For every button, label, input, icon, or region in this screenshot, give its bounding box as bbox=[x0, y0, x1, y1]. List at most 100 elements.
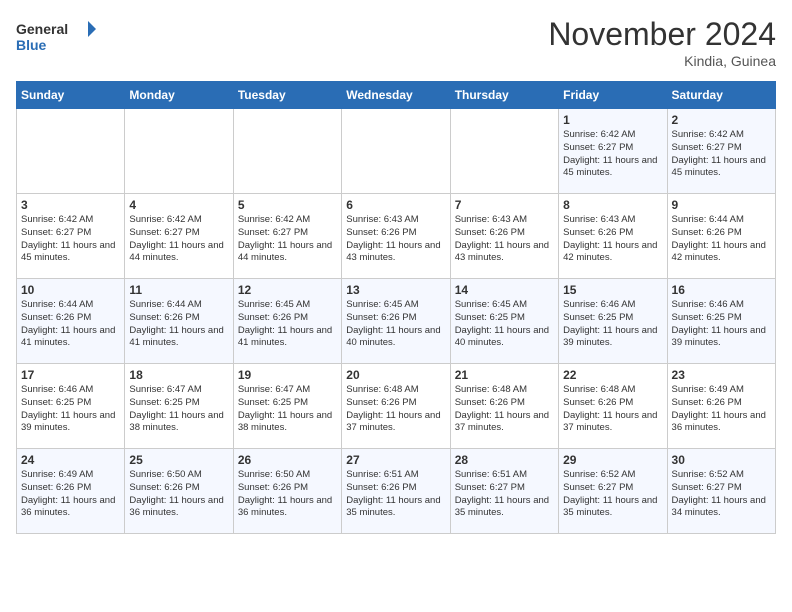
day-info: Sunrise: 6:48 AM Sunset: 6:26 PM Dayligh… bbox=[563, 384, 662, 435]
logo: General Blue bbox=[16, 16, 96, 60]
day-number: 1 bbox=[563, 113, 662, 127]
calendar-table: SundayMondayTuesdayWednesdayThursdayFrid… bbox=[16, 81, 776, 534]
svg-text:General: General bbox=[16, 21, 68, 37]
day-cell bbox=[342, 109, 450, 194]
day-info: Sunrise: 6:48 AM Sunset: 6:26 PM Dayligh… bbox=[346, 384, 445, 435]
day-info: Sunrise: 6:43 AM Sunset: 6:26 PM Dayligh… bbox=[346, 214, 445, 265]
day-cell: 30 Sunrise: 6:52 AM Sunset: 6:27 PM Dayli… bbox=[667, 449, 775, 534]
day-info: Sunrise: 6:46 AM Sunset: 6:25 PM Dayligh… bbox=[563, 299, 662, 350]
day-info: Sunrise: 6:46 AM Sunset: 6:25 PM Dayligh… bbox=[21, 384, 120, 435]
svg-text:Blue: Blue bbox=[16, 37, 47, 53]
header-row: SundayMondayTuesdayWednesdayThursdayFrid… bbox=[17, 82, 776, 109]
day-number: 29 bbox=[563, 453, 662, 467]
header-thursday: Thursday bbox=[450, 82, 558, 109]
day-cell: 21 Sunrise: 6:48 AM Sunset: 6:26 PM Dayli… bbox=[450, 364, 558, 449]
day-number: 21 bbox=[455, 368, 554, 382]
day-cell: 22 Sunrise: 6:48 AM Sunset: 6:26 PM Dayli… bbox=[559, 364, 667, 449]
day-number: 26 bbox=[238, 453, 337, 467]
day-number: 12 bbox=[238, 283, 337, 297]
day-info: Sunrise: 6:45 AM Sunset: 6:25 PM Dayligh… bbox=[455, 299, 554, 350]
day-cell: 16 Sunrise: 6:46 AM Sunset: 6:25 PM Dayli… bbox=[667, 279, 775, 364]
day-cell: 4 Sunrise: 6:42 AM Sunset: 6:27 PM Daylig… bbox=[125, 194, 233, 279]
day-info: Sunrise: 6:44 AM Sunset: 6:26 PM Dayligh… bbox=[129, 299, 228, 350]
day-info: Sunrise: 6:51 AM Sunset: 6:26 PM Dayligh… bbox=[346, 469, 445, 520]
day-number: 4 bbox=[129, 198, 228, 212]
header-wednesday: Wednesday bbox=[342, 82, 450, 109]
day-number: 24 bbox=[21, 453, 120, 467]
day-cell: 18 Sunrise: 6:47 AM Sunset: 6:25 PM Dayli… bbox=[125, 364, 233, 449]
day-info: Sunrise: 6:47 AM Sunset: 6:25 PM Dayligh… bbox=[238, 384, 337, 435]
day-number: 18 bbox=[129, 368, 228, 382]
day-info: Sunrise: 6:42 AM Sunset: 6:27 PM Dayligh… bbox=[238, 214, 337, 265]
header-saturday: Saturday bbox=[667, 82, 775, 109]
day-info: Sunrise: 6:42 AM Sunset: 6:27 PM Dayligh… bbox=[563, 129, 662, 180]
day-cell: 23 Sunrise: 6:49 AM Sunset: 6:26 PM Dayli… bbox=[667, 364, 775, 449]
day-info: Sunrise: 6:52 AM Sunset: 6:27 PM Dayligh… bbox=[563, 469, 662, 520]
day-cell: 10Sunrise: 6:44 AM Sunset: 6:26 PM Dayli… bbox=[17, 279, 125, 364]
day-number: 28 bbox=[455, 453, 554, 467]
month-title: November 2024 bbox=[548, 16, 776, 53]
day-number: 22 bbox=[563, 368, 662, 382]
day-info: Sunrise: 6:49 AM Sunset: 6:26 PM Dayligh… bbox=[672, 384, 771, 435]
day-cell: 17Sunrise: 6:46 AM Sunset: 6:25 PM Dayli… bbox=[17, 364, 125, 449]
day-info: Sunrise: 6:47 AM Sunset: 6:25 PM Dayligh… bbox=[129, 384, 228, 435]
day-number: 14 bbox=[455, 283, 554, 297]
day-cell: 19Sunrise: 6:47 AM Sunset: 6:25 PM Dayli… bbox=[233, 364, 341, 449]
day-cell bbox=[17, 109, 125, 194]
day-info: Sunrise: 6:45 AM Sunset: 6:26 PM Dayligh… bbox=[346, 299, 445, 350]
day-cell bbox=[125, 109, 233, 194]
day-number: 23 bbox=[672, 368, 771, 382]
day-number: 15 bbox=[563, 283, 662, 297]
day-cell bbox=[450, 109, 558, 194]
week-row-4: 17Sunrise: 6:46 AM Sunset: 6:25 PM Dayli… bbox=[17, 364, 776, 449]
day-info: Sunrise: 6:43 AM Sunset: 6:26 PM Dayligh… bbox=[563, 214, 662, 265]
day-cell: 7 Sunrise: 6:43 AM Sunset: 6:26 PM Daylig… bbox=[450, 194, 558, 279]
day-info: Sunrise: 6:42 AM Sunset: 6:27 PM Dayligh… bbox=[21, 214, 120, 265]
day-info: Sunrise: 6:45 AM Sunset: 6:26 PM Dayligh… bbox=[238, 299, 337, 350]
day-cell: 9Sunrise: 6:44 AM Sunset: 6:26 PM Daylig… bbox=[667, 194, 775, 279]
day-number: 9 bbox=[672, 198, 771, 212]
day-cell: 8Sunrise: 6:43 AM Sunset: 6:26 PM Daylig… bbox=[559, 194, 667, 279]
day-info: Sunrise: 6:48 AM Sunset: 6:26 PM Dayligh… bbox=[455, 384, 554, 435]
day-cell: 20Sunrise: 6:48 AM Sunset: 6:26 PM Dayli… bbox=[342, 364, 450, 449]
day-number: 13 bbox=[346, 283, 445, 297]
day-number: 2 bbox=[672, 113, 771, 127]
day-cell: 6Sunrise: 6:43 AM Sunset: 6:26 PM Daylig… bbox=[342, 194, 450, 279]
day-cell: 28 Sunrise: 6:51 AM Sunset: 6:27 PM Dayli… bbox=[450, 449, 558, 534]
day-cell: 25Sunrise: 6:50 AM Sunset: 6:26 PM Dayli… bbox=[125, 449, 233, 534]
day-cell: 29 Sunrise: 6:52 AM Sunset: 6:27 PM Dayli… bbox=[559, 449, 667, 534]
day-cell bbox=[233, 109, 341, 194]
week-row-1: 1 Sunrise: 6:42 AM Sunset: 6:27 PM Daylig… bbox=[17, 109, 776, 194]
day-info: Sunrise: 6:43 AM Sunset: 6:26 PM Dayligh… bbox=[455, 214, 554, 265]
day-cell: 11 Sunrise: 6:44 AM Sunset: 6:26 PM Dayli… bbox=[125, 279, 233, 364]
day-info: Sunrise: 6:46 AM Sunset: 6:25 PM Dayligh… bbox=[672, 299, 771, 350]
day-number: 25 bbox=[129, 453, 228, 467]
day-number: 5 bbox=[238, 198, 337, 212]
day-cell: 13 Sunrise: 6:45 AM Sunset: 6:26 PM Dayli… bbox=[342, 279, 450, 364]
day-cell: 26 Sunrise: 6:50 AM Sunset: 6:26 PM Dayli… bbox=[233, 449, 341, 534]
day-cell: 3Sunrise: 6:42 AM Sunset: 6:27 PM Daylig… bbox=[17, 194, 125, 279]
day-number: 11 bbox=[129, 283, 228, 297]
day-info: Sunrise: 6:52 AM Sunset: 6:27 PM Dayligh… bbox=[672, 469, 771, 520]
header-friday: Friday bbox=[559, 82, 667, 109]
day-info: Sunrise: 6:50 AM Sunset: 6:26 PM Dayligh… bbox=[238, 469, 337, 520]
day-number: 10 bbox=[21, 283, 120, 297]
week-row-2: 3Sunrise: 6:42 AM Sunset: 6:27 PM Daylig… bbox=[17, 194, 776, 279]
day-info: Sunrise: 6:42 AM Sunset: 6:27 PM Dayligh… bbox=[672, 129, 771, 180]
day-number: 7 bbox=[455, 198, 554, 212]
week-row-3: 10 Sunrise: 6:44 AM Sunset: 6:26 PM Dayli… bbox=[17, 279, 776, 364]
header-tuesday: Tuesday bbox=[233, 82, 341, 109]
day-info: Sunrise: 6:51 AM Sunset: 6:27 PM Dayligh… bbox=[455, 469, 554, 520]
logo-svg: General Blue bbox=[16, 16, 96, 60]
header-sunday: Sunday bbox=[17, 82, 125, 109]
day-info: Sunrise: 6:42 AM Sunset: 6:27 PM Dayligh… bbox=[129, 214, 228, 265]
day-number: 30 bbox=[672, 453, 771, 467]
day-number: 16 bbox=[672, 283, 771, 297]
day-info: Sunrise: 6:49 AM Sunset: 6:26 PM Dayligh… bbox=[21, 469, 120, 520]
day-cell: 27Sunrise: 6:51 AM Sunset: 6:26 PM Dayli… bbox=[342, 449, 450, 534]
week-row-5: 24 Sunrise: 6:49 AM Sunset: 6:26 PM Dayli… bbox=[17, 449, 776, 534]
day-cell: 12 Sunrise: 6:45 AM Sunset: 6:26 PM Dayli… bbox=[233, 279, 341, 364]
header-monday: Monday bbox=[125, 82, 233, 109]
location-subtitle: Kindia, Guinea bbox=[548, 53, 776, 69]
day-cell: 24 Sunrise: 6:49 AM Sunset: 6:26 PM Dayli… bbox=[17, 449, 125, 534]
